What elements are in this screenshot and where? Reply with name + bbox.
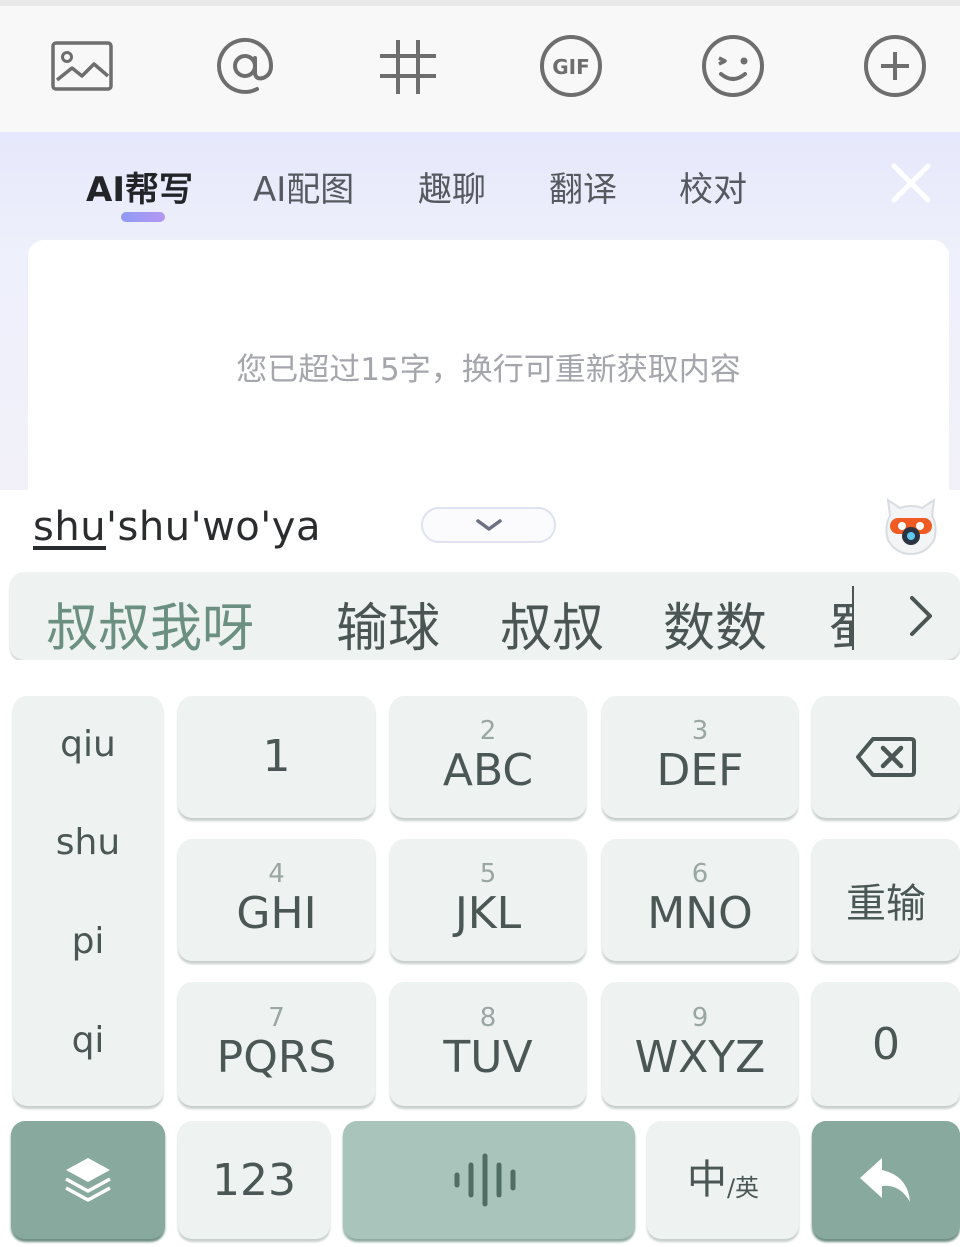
collapse-button[interactable] (421, 507, 556, 543)
key-letters: TUV (443, 1032, 533, 1083)
pinyin-option[interactable]: qi (13, 1020, 163, 1061)
chevron-right-icon[interactable] (894, 590, 946, 642)
key-letters: 1 (262, 731, 291, 782)
key-letters: ABC (442, 745, 534, 796)
emoji-button[interactable] (701, 34, 765, 98)
key-9[interactable]: 9 WXYZ (602, 982, 798, 1106)
key-number: 8 (479, 1003, 497, 1033)
key-letters: PQRS (216, 1032, 337, 1083)
key-number: 3 (691, 716, 709, 746)
candidate-item[interactable]: 叔叔我呀 (46, 586, 254, 660)
lang-sub-label: /英 (726, 1174, 760, 1202)
tab-proofread[interactable]: 校对 (679, 162, 747, 211)
reinput-key[interactable]: 重输 (812, 839, 960, 961)
key-number: 2 (479, 716, 497, 746)
pinyin-remaining: 'shu'wo'ya (106, 504, 321, 550)
key-letters: MNO (647, 888, 753, 939)
active-tab-indicator (121, 212, 165, 222)
key-3[interactable]: 3 DEF (602, 696, 798, 818)
key-5[interactable]: 5 JKL (390, 839, 586, 961)
key-zero-label: 0 (872, 1018, 900, 1070)
ai-hint-text: 您已超过15字，换行可重新获取内容 (236, 352, 741, 388)
emoji-icon (702, 35, 764, 97)
tab-ai-write[interactable]: AI帮写 (86, 162, 193, 211)
tab-ai-image[interactable]: AI配图 (253, 162, 354, 211)
compose-toolbar: GIF (0, 6, 960, 132)
gif-icon: GIF (540, 35, 602, 97)
key-letters: DEF (656, 745, 744, 796)
candidate-item[interactable]: 叔叔 (500, 586, 604, 660)
lang-main-label: 中 (686, 1157, 727, 1203)
key-letters: WXYZ (634, 1032, 766, 1083)
voice-wave-icon (454, 1153, 516, 1207)
more-button[interactable] (863, 34, 927, 98)
key-2[interactable]: 2 ABC (390, 696, 586, 818)
backspace-key[interactable] (812, 696, 960, 818)
language-switch-labels: 中 /英 (687, 1158, 759, 1202)
key-6[interactable]: 6 MNO (602, 839, 798, 961)
topic-button[interactable] (376, 34, 440, 98)
ai-tab-bar: AI帮写 AI配图 趣聊 翻译 校对 (0, 132, 960, 240)
gif-button[interactable]: GIF (539, 34, 603, 98)
pinyin-composition: shu'shu'wo'ya (33, 504, 321, 550)
hashtag-icon (380, 40, 436, 94)
pinyin-option[interactable]: qiu (13, 724, 163, 765)
reinput-label: 重输 (846, 881, 926, 927)
composition-row: shu'shu'wo'ya (0, 490, 960, 572)
candidate-item[interactable]: 数数 (663, 586, 767, 660)
mascot-icon[interactable] (882, 496, 940, 558)
key-number: 7 (268, 1003, 285, 1033)
number-mode-label: 123 (212, 1154, 296, 1206)
key-0[interactable]: 0 (812, 982, 960, 1106)
skin-switch-key[interactable] (11, 1121, 165, 1239)
pinyin-options-list: qiu shu pi qi (13, 696, 163, 1106)
key-4[interactable]: 4 GHI (178, 839, 375, 961)
key-8[interactable]: 8 TUV (390, 982, 586, 1106)
key-number: 5 (479, 859, 497, 889)
tab-fun-chat[interactable]: 趣聊 (418, 162, 486, 211)
image-button[interactable] (50, 34, 114, 98)
close-icon[interactable] (888, 160, 934, 206)
image-icon (51, 41, 113, 91)
key-7[interactable]: 7 PQRS (178, 982, 375, 1106)
language-switch-key[interactable]: 中 /英 (647, 1121, 799, 1239)
at-icon (217, 37, 274, 94)
layers-icon (65, 1158, 111, 1202)
voice-input-key[interactable] (343, 1121, 635, 1239)
gif-label: GIF (552, 55, 590, 79)
backspace-icon (856, 737, 916, 777)
pinyin-option[interactable]: shu (13, 822, 163, 863)
t9-keyboard: qiu shu pi qi 1 2 ABC 3 DEF 4 GHI 5 JKL … (0, 660, 960, 1247)
number-mode-key[interactable]: 123 (178, 1121, 330, 1239)
key-letters: GHI (236, 888, 317, 939)
chevron-down-icon (475, 519, 502, 531)
key-number: 4 (268, 859, 285, 889)
pinyin-active-segment: shu (33, 504, 107, 550)
send-key[interactable] (812, 1121, 960, 1239)
ai-assist-panel: AI帮写 AI配图 趣聊 翻译 校对 您已超过15字，换行可重新获取内容 (0, 132, 960, 510)
candidate-item[interactable]: 输球 (336, 586, 440, 660)
tab-translate[interactable]: 翻译 (549, 162, 617, 211)
candidate-bar: 叔叔我呀 输球 叔叔 数数 蜀 (10, 572, 960, 660)
candidate-item-partial[interactable]: 蜀 (828, 586, 854, 660)
key-letters: JKL (454, 888, 522, 939)
ai-result-card: 您已超过15字，换行可重新获取内容 (28, 240, 949, 510)
key-1[interactable]: 1 (178, 696, 375, 818)
pinyin-option[interactable]: pi (13, 921, 163, 962)
mention-button[interactable] (213, 34, 277, 98)
send-arrow-icon (860, 1158, 910, 1202)
candidate-divider (852, 586, 854, 650)
key-number: 6 (691, 859, 709, 889)
plus-icon (864, 35, 926, 97)
key-number: 9 (691, 1003, 709, 1033)
